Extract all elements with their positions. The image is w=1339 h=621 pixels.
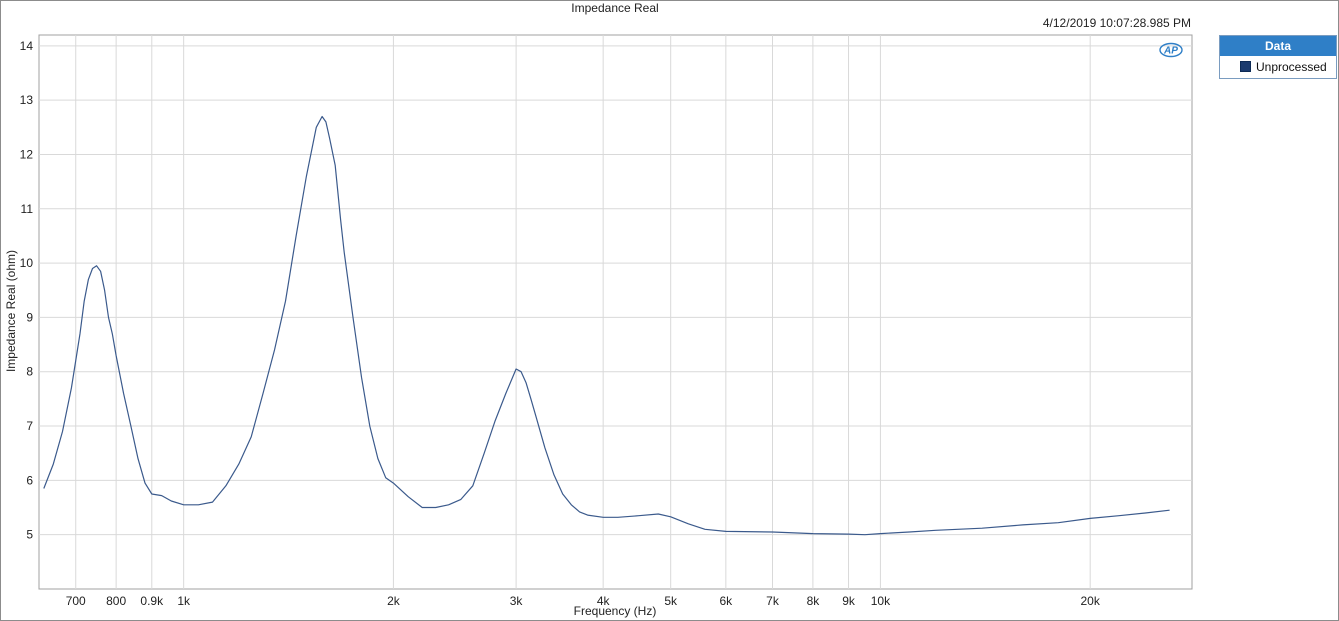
y-tick-label: 6	[26, 473, 33, 487]
legend-swatch	[1240, 61, 1251, 72]
plot-area	[38, 34, 1193, 590]
x-tick-label: 20k	[1081, 594, 1101, 608]
y-tick-label: 7	[26, 419, 33, 433]
y-tick-label: 9	[26, 310, 33, 324]
impedance-chart: Impedance Real 700 800 0.9k 1k 2k 3k 4k 5k 6k 7k 8…	[4, 1, 1193, 618]
y-tick-label: 12	[20, 147, 34, 161]
x-tick-label: 1k	[177, 594, 191, 608]
legend: Data Unprocessed	[1219, 35, 1337, 79]
chart-title: Impedance Real	[571, 1, 658, 15]
timestamp: 4/12/2019 10:07:28.985 PM	[1042, 16, 1191, 30]
y-tick-label: 13	[20, 93, 34, 107]
y-tick-label: 14	[20, 39, 34, 53]
y-tick-label: 5	[26, 528, 33, 542]
x-tick-label: 8k	[807, 594, 821, 608]
y-tick-label: 8	[26, 365, 33, 379]
legend-title: Data	[1220, 36, 1336, 56]
ap-logo-icon: AP	[1159, 42, 1183, 58]
x-tick-label: 700	[66, 594, 86, 608]
x-axis-title: Frequency (Hz)	[574, 604, 657, 618]
x-tick-label: 7k	[766, 594, 780, 608]
legend-item-label: Unprocessed	[1256, 59, 1327, 74]
x-tick-label: 9k	[842, 594, 856, 608]
ap-logo-text: AP	[1163, 46, 1178, 57]
x-tick-label: 0.9k	[140, 594, 164, 608]
x-tick-label: 5k	[664, 594, 678, 608]
x-tick-label: 2k	[387, 594, 401, 608]
y-axis-title: Impedance Real (ohm)	[4, 250, 18, 372]
y-tick-label: 11	[21, 202, 34, 216]
x-tick-label: 800	[106, 594, 126, 608]
legend-item[interactable]: Unprocessed	[1220, 56, 1336, 77]
chart-frame: Impedance Real 700 800 0.9k 1k 2k 3k 4k 5k 6k 7k 8…	[0, 0, 1339, 621]
y-tick-label: 10	[20, 256, 34, 270]
x-tick-label: 3k	[510, 594, 524, 608]
x-tick-label: 10k	[871, 594, 891, 608]
x-tick-label: 6k	[720, 594, 734, 608]
